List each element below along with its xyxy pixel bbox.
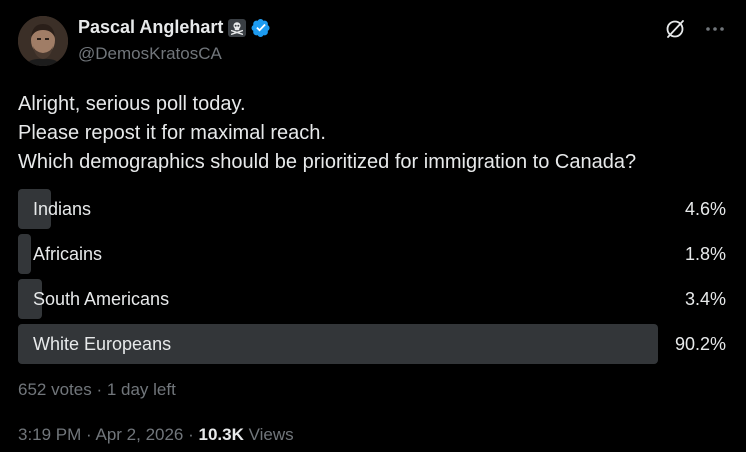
poll-option-percent: 3.4% bbox=[684, 289, 726, 309]
tweet-text-line: Alright, serious poll today. bbox=[18, 93, 246, 115]
poll-option-label: White Europeans bbox=[33, 334, 172, 354]
poll-option-label: Indians bbox=[33, 199, 92, 219]
timestamp-separator: · bbox=[183, 425, 199, 444]
poll-option-percent: 90.2% bbox=[674, 334, 726, 354]
poll: Indians 4.6% Africains 1.8% South Americ… bbox=[18, 189, 728, 369]
tweet-text-line: Which demographics should be prioritized… bbox=[18, 151, 637, 173]
poll-option-label: South Americans bbox=[33, 289, 170, 309]
poll-option: Indians 4.6% bbox=[18, 189, 728, 229]
tweet-text: Alright, serious poll today. Please repo… bbox=[18, 90, 728, 177]
avatar-photo bbox=[18, 16, 68, 66]
poll-option-percent: 4.6% bbox=[684, 199, 726, 219]
poll-option-label: Africains bbox=[33, 244, 103, 264]
poll-meta: 652 votes · 1 day left bbox=[18, 380, 176, 400]
skull-crossbones-icon bbox=[228, 18, 247, 37]
views-label: Views bbox=[248, 425, 294, 444]
grok-icon[interactable] bbox=[664, 18, 686, 40]
verified-badge-icon[interactable] bbox=[251, 18, 271, 38]
poll-votes: 652 votes bbox=[18, 380, 92, 399]
author-name-row: Pascal Anglehart bbox=[78, 17, 271, 38]
author-handle[interactable]: @DemosKratosCA bbox=[78, 44, 222, 64]
timestamp-separator: · bbox=[81, 425, 96, 444]
tweet-date[interactable]: Apr 2, 2026 bbox=[95, 425, 183, 444]
poll-option: Africains 1.8% bbox=[18, 234, 728, 274]
avatar[interactable] bbox=[18, 16, 68, 66]
poll-option: South Americans 3.4% bbox=[18, 279, 728, 319]
poll-option: White Europeans 90.2% bbox=[18, 324, 728, 364]
views-count: 10.3K bbox=[198, 425, 244, 444]
tweet-text-line: Please repost it for maximal reach. bbox=[18, 122, 326, 144]
more-icon[interactable] bbox=[704, 18, 726, 40]
poll-bar bbox=[18, 234, 31, 274]
tweet-timestamp-row: 3:19 PM · Apr 2, 2026 · 10.3K Views bbox=[18, 425, 294, 445]
poll-time-left: 1 day left bbox=[106, 380, 176, 399]
author-display-name[interactable]: Pascal Anglehart bbox=[78, 17, 223, 38]
tweet-top-actions bbox=[664, 18, 726, 40]
poll-meta-separator: · bbox=[91, 380, 107, 399]
tweet-time[interactable]: 3:19 PM bbox=[18, 425, 81, 444]
poll-option-percent: 1.8% bbox=[684, 244, 726, 264]
